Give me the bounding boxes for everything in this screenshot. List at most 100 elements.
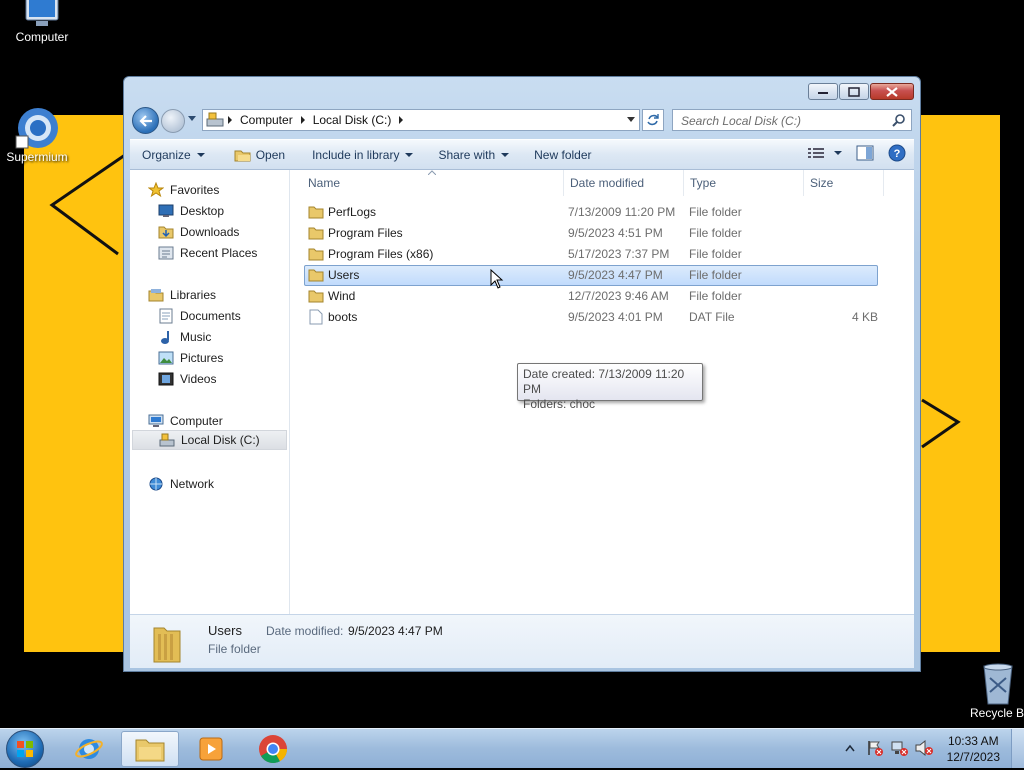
share-label: Share with — [438, 147, 496, 162]
libraries-icon — [148, 289, 164, 302]
new-folder-button[interactable]: New folder — [518, 140, 600, 169]
include-in-library-button[interactable]: Include in library — [294, 140, 422, 169]
file-type: DAT File — [689, 310, 735, 324]
taskbar-windows-explorer[interactable] — [121, 731, 179, 767]
large-folder-icon — [153, 627, 181, 663]
address-bar[interactable]: Computer Local Disk (C:) — [202, 109, 640, 131]
nav-computer[interactable]: Computer — [148, 411, 223, 431]
folder-icon — [308, 227, 324, 240]
column-header-name[interactable]: Name — [302, 170, 564, 196]
file-row[interactable]: Program Files (x86) 5/17/2023 7:37 PM Fi… — [304, 244, 878, 265]
file-row[interactable]: PerfLogs 7/13/2009 11:20 PM File folder — [304, 202, 878, 223]
address-dropdown-arrow[interactable] — [627, 117, 635, 122]
column-header-date[interactable]: Date modified — [564, 170, 684, 196]
folder-icon — [308, 206, 324, 219]
column-header-type[interactable]: Type — [684, 170, 804, 196]
file-type: File folder — [689, 205, 742, 219]
nav-desktop[interactable]: Desktop — [158, 201, 224, 221]
nav-label: Libraries — [170, 288, 217, 302]
nav-favorites[interactable]: Favorites — [148, 180, 219, 200]
network-status-icon[interactable] — [890, 739, 908, 757]
nav-videos[interactable]: Videos — [158, 369, 216, 389]
breadcrumb-separator[interactable] — [399, 116, 404, 124]
nav-music[interactable]: Music — [158, 327, 211, 347]
breadcrumb-separator[interactable] — [300, 116, 305, 124]
details-pane: Users File folder Date modified: 9/5/202… — [130, 614, 914, 668]
system-clock[interactable]: 10:33 AM 12/7/2023 — [947, 733, 1000, 765]
tooltip-line: Folders: choc — [523, 397, 596, 411]
organize-button[interactable]: Organize — [130, 140, 214, 169]
search-input[interactable] — [679, 111, 883, 131]
nav-pictures[interactable]: Pictures — [158, 348, 223, 368]
breadcrumb-local-disk[interactable]: Local Disk (C:) — [309, 113, 396, 127]
nav-recent-places[interactable]: Recent Places — [158, 243, 257, 263]
file-date: 9/5/2023 4:01 PM — [568, 310, 663, 324]
nav-network[interactable]: Network — [148, 474, 214, 494]
preview-pane-icon[interactable] — [856, 145, 874, 161]
recycle-bin-icon — [983, 663, 1013, 705]
change-view-button[interactable] — [808, 147, 842, 159]
forward-button[interactable] — [161, 109, 185, 133]
breadcrumb-separator[interactable] — [228, 116, 232, 124]
action-center-flag-icon[interactable] — [866, 739, 884, 757]
clock-time: 10:33 AM — [947, 734, 999, 748]
drive-icon — [206, 112, 224, 127]
file-row[interactable]: boots 9/5/2023 4:01 PM DAT File 4 KB — [304, 307, 878, 328]
explorer-body: Favorites Desktop Downloads Recent Place… — [130, 170, 914, 614]
start-button[interactable] — [6, 730, 44, 768]
close-button[interactable] — [870, 83, 914, 100]
file-row-selected[interactable]: Users 9/5/2023 4:47 PM File folder — [304, 265, 878, 286]
nav-downloads[interactable]: Downloads — [158, 222, 239, 242]
breadcrumb-computer[interactable]: Computer — [236, 113, 297, 127]
view-list-icon — [808, 148, 824, 158]
nav-label: Favorites — [170, 183, 220, 197]
drive-icon — [159, 433, 175, 447]
file-name: Wind — [328, 289, 356, 303]
documents-icon — [159, 308, 173, 324]
taskbar-internet-explorer[interactable] — [60, 731, 118, 767]
file-type: File folder — [689, 247, 742, 261]
file-type: File folder — [689, 289, 742, 303]
open-button[interactable]: Open — [214, 140, 294, 169]
include-label: Include in library — [312, 147, 400, 162]
chevron-down-icon — [834, 151, 842, 155]
nav-documents[interactable]: Documents — [158, 306, 241, 326]
show-hidden-icons-icon[interactable] — [845, 744, 855, 752]
refresh-button[interactable] — [642, 109, 664, 131]
file-row[interactable]: Program Files 9/5/2023 4:51 PM File fold… — [304, 223, 878, 244]
taskbar-media-player[interactable] — [182, 731, 240, 767]
file-name: PerfLogs — [328, 205, 377, 219]
share-with-button[interactable]: Share with — [422, 140, 518, 169]
desktop-icon-label: Computer — [15, 30, 69, 44]
file-name: Program Files (x86) — [328, 247, 434, 261]
clock-date: 12/7/2023 — [946, 750, 1000, 764]
minimize-button[interactable] — [808, 83, 838, 100]
command-bar: Organize Open Include in library Share w… — [130, 139, 914, 170]
desktop-icon — [158, 204, 174, 217]
show-desktop-button[interactable] — [1011, 729, 1024, 768]
desktop-icon-supermium[interactable]: Supermium — [0, 106, 77, 164]
desktop-icon-recycle-bin[interactable]: Recycle Bi — [956, 662, 1024, 720]
help-icon[interactable]: ? — [888, 144, 906, 162]
open-label: Open — [255, 147, 286, 162]
svg-text:?: ? — [894, 148, 901, 160]
taskbar-chrome[interactable] — [244, 731, 302, 767]
music-icon — [161, 331, 169, 344]
nav-local-disk[interactable]: Local Disk (C:) — [132, 430, 287, 450]
nav-libraries[interactable]: Libraries — [148, 285, 216, 305]
wallpaper-line-right — [921, 398, 961, 449]
volume-muted-icon[interactable] — [914, 739, 934, 757]
file-date: 9/5/2023 4:47 PM — [568, 268, 663, 282]
search-box[interactable] — [672, 109, 912, 131]
folder-icon — [308, 248, 324, 261]
file-icon — [309, 309, 323, 325]
maximize-button[interactable] — [839, 83, 869, 100]
nav-label: Network — [170, 477, 215, 491]
column-header-size[interactable]: Size — [804, 170, 884, 196]
back-button[interactable] — [132, 107, 159, 134]
file-row[interactable]: Wind 12/7/2023 9:46 AM File folder — [304, 286, 878, 307]
search-icon — [892, 114, 905, 127]
desktop-icon-computer[interactable]: Computer — [2, 0, 82, 44]
computer-icon — [148, 414, 164, 427]
recent-pages-dropdown[interactable] — [188, 116, 196, 121]
